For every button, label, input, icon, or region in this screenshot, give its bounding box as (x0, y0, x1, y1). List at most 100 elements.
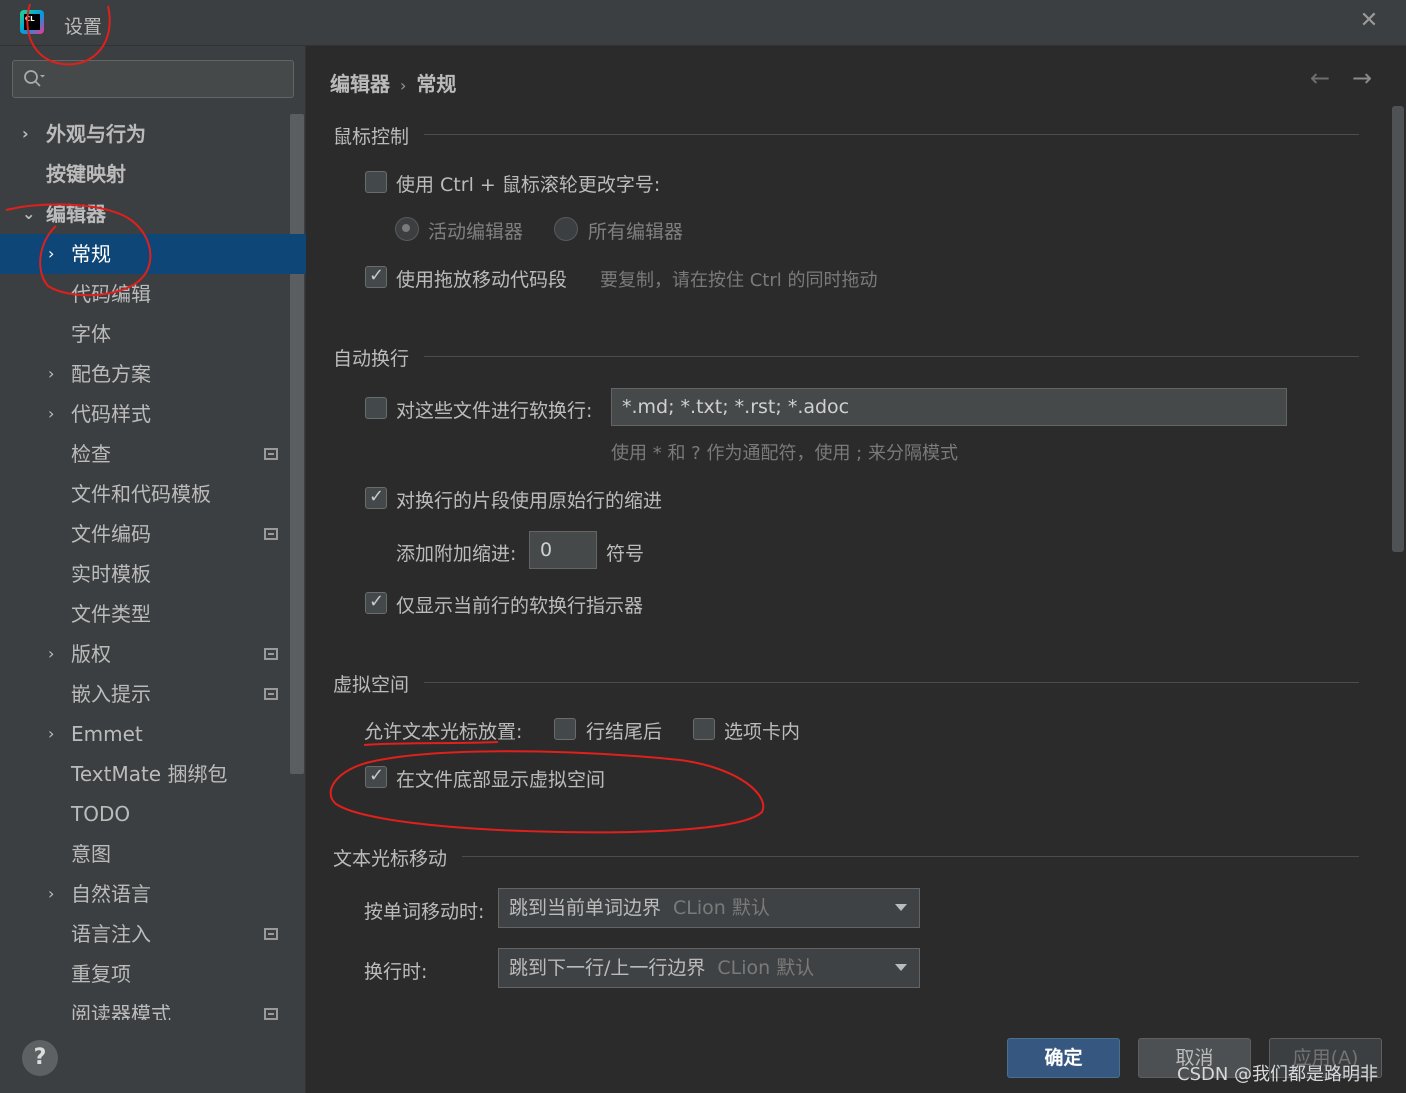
tree-item-editor[interactable]: ⌄ 编辑器 (0, 194, 306, 234)
tree-item-textmate[interactable]: TextMate 捆绑包 (0, 754, 306, 794)
ctrl-wheel-checkbox[interactable] (365, 171, 387, 193)
soft-wrap-files-input[interactable]: *.md; *.txt; *.rst; *.adoc (611, 388, 1287, 426)
line-change-value: 跳到下一行/上一行边界 (509, 957, 706, 979)
word-move-label: 按单词移动时: (364, 901, 485, 923)
forward-arrow-icon[interactable]: → (1352, 64, 1372, 92)
project-scope-icon (264, 648, 278, 660)
window-title: 设置 (64, 16, 103, 38)
show-virtual-bottom-checkbox[interactable] (365, 765, 387, 788)
tree-item-file-templates[interactable]: 文件和代码模板 (0, 474, 306, 514)
section-divider (462, 856, 1359, 857)
use-indent-checkbox[interactable] (365, 486, 387, 509)
search-input[interactable] (57, 67, 287, 91)
drag-move-label: 使用拖放移动代码段 (396, 269, 568, 291)
chevron-right-icon[interactable]: › (48, 634, 62, 674)
search-box[interactable] (12, 60, 294, 98)
drag-move-checkbox[interactable] (365, 265, 387, 288)
show-virtual-bottom-label: 在文件底部显示虚拟空间 (396, 769, 606, 791)
tree-item-code-editing[interactable]: 代码编辑 (0, 274, 306, 314)
current-line-only-label: 仅显示当前行的软换行指示器 (396, 595, 644, 617)
soft-wrap-files-hint: 使用 * 和 ? 作为通配符，使用 ; 来分隔模式 (611, 443, 958, 464)
project-scope-icon (264, 1008, 278, 1020)
section-title-soft-wrap: 自动换行 (333, 348, 410, 370)
tree-item-live-templates[interactable]: 实时模板 (0, 554, 306, 594)
word-move-value: 跳到当前单词边界 (509, 897, 662, 919)
ctrl-wheel-label: 使用 Ctrl + 鼠标滚轮更改字号: (396, 174, 661, 196)
search-icon (24, 70, 45, 87)
settings-main-panel: 编辑器 › 常规 ← → 鼠标控制 使用 Ctrl + 鼠标滚轮更改字号: 活动编辑… (306, 46, 1406, 1093)
section-title-caret-movement: 文本光标移动 (333, 848, 448, 870)
tree-item-copyright[interactable]: › 版权 (0, 634, 306, 674)
chevron-right-icon[interactable]: › (48, 874, 62, 914)
use-indent-label: 对换行的片段使用原始行的缩进 (396, 490, 663, 512)
word-move-dropdown[interactable]: 跳到当前单词边界 CLion 默认 (498, 888, 920, 928)
tree-item-duplicates[interactable]: 重复项 (0, 954, 306, 994)
project-scope-icon (264, 688, 278, 700)
watermark: CSDN @我们都是路明非 (1177, 1064, 1379, 1085)
word-move-default: CLion 默认 (673, 897, 770, 919)
help-button[interactable]: ? (22, 1040, 58, 1076)
breadcrumb: 编辑器 › 常规 (330, 68, 456, 97)
tree-item-natural-languages[interactable]: › 自然语言 (0, 874, 306, 914)
main-scrollbar[interactable] (1392, 106, 1404, 552)
chevron-right-icon[interactable]: › (22, 114, 36, 154)
current-line-only-checkbox[interactable] (365, 591, 387, 614)
tree-item-file-encodings[interactable]: 文件编码 (0, 514, 306, 554)
chevron-down-icon[interactable]: ⌄ (22, 194, 36, 234)
tree-item-todo[interactable]: TODO (0, 794, 306, 834)
soft-wrap-files-checkbox[interactable] (365, 397, 387, 419)
extra-indent-unit: 符号 (606, 543, 645, 565)
tree-item-emmet[interactable]: › Emmet (0, 714, 306, 754)
extra-indent-label: 添加附加缩进: (396, 543, 517, 565)
chevron-right-icon[interactable]: › (48, 714, 62, 754)
tree-item-keymap[interactable]: 按键映射 (0, 154, 306, 194)
clion-logo-icon: CL (20, 10, 44, 34)
section-divider (424, 134, 1359, 135)
tree-item-file-types[interactable]: 文件类型 (0, 594, 306, 634)
soft-wrap-files-label: 对这些文件进行软换行: (396, 400, 593, 422)
dropdown-arrow-icon (895, 904, 907, 911)
project-scope-icon (264, 928, 278, 940)
tree-item-color-scheme[interactable]: › 配色方案 (0, 354, 306, 394)
tree-item-reader-mode[interactable]: 阅读器模式 (0, 994, 306, 1020)
inside-tabs-label: 选项卡内 (724, 721, 801, 743)
tree-item-language-injections[interactable]: 语言注入 (0, 914, 306, 954)
after-eol-label: 行结尾后 (586, 721, 663, 743)
inside-tabs-checkbox[interactable] (693, 718, 715, 740)
breadcrumb-separator: › (400, 76, 407, 95)
tree-item-inlay-hints[interactable]: 嵌入提示 (0, 674, 306, 714)
radio-all-editors-label: 所有编辑器 (588, 221, 684, 243)
tree-item-intentions[interactable]: 意图 (0, 834, 306, 874)
radio-active-editor-label: 活动编辑器 (428, 221, 524, 243)
breadcrumb-parent[interactable]: 编辑器 (330, 72, 390, 96)
chevron-right-icon[interactable]: › (48, 394, 62, 434)
radio-all-editors[interactable] (554, 217, 578, 241)
breadcrumb-current: 常规 (416, 72, 457, 96)
tree-item-font[interactable]: 字体 (0, 314, 306, 354)
section-title-virtual-space: 虚拟空间 (333, 674, 410, 696)
tree-item-code-style[interactable]: › 代码样式 (0, 394, 306, 434)
radio-active-dot (395, 217, 419, 241)
section-title-mouse: 鼠标控制 (333, 126, 410, 148)
dropdown-arrow-icon (895, 964, 907, 971)
project-scope-icon (264, 528, 278, 540)
extra-indent-input[interactable]: 0 (529, 531, 597, 569)
line-change-label: 换行时: (364, 961, 428, 983)
allow-caret-label: 允许文本光标放置: (364, 721, 523, 743)
tree-item-inspections[interactable]: 检查 (0, 434, 306, 474)
back-arrow-icon[interactable]: ← (1310, 64, 1330, 92)
line-change-dropdown[interactable]: 跳到下一行/上一行边界 CLion 默认 (498, 948, 920, 988)
section-divider (424, 682, 1359, 683)
chevron-right-icon[interactable]: › (48, 234, 62, 274)
title-bar: CL 设置 ✕ (0, 0, 1406, 46)
project-scope-icon (264, 448, 278, 460)
line-change-default: CLion 默认 (717, 957, 815, 979)
close-icon[interactable]: ✕ (1358, 10, 1380, 32)
tree-item-general[interactable]: › 常规 (0, 234, 306, 274)
after-eol-checkbox[interactable] (554, 718, 576, 740)
ok-button[interactable]: 确定 (1007, 1038, 1120, 1078)
section-divider (424, 356, 1359, 357)
chevron-right-icon[interactable]: › (48, 354, 62, 394)
tree-item-appearance[interactable]: › 外观与行为 (0, 114, 306, 154)
drag-move-hint: 要复制，请在按住 Ctrl 的同时拖动 (600, 270, 878, 291)
